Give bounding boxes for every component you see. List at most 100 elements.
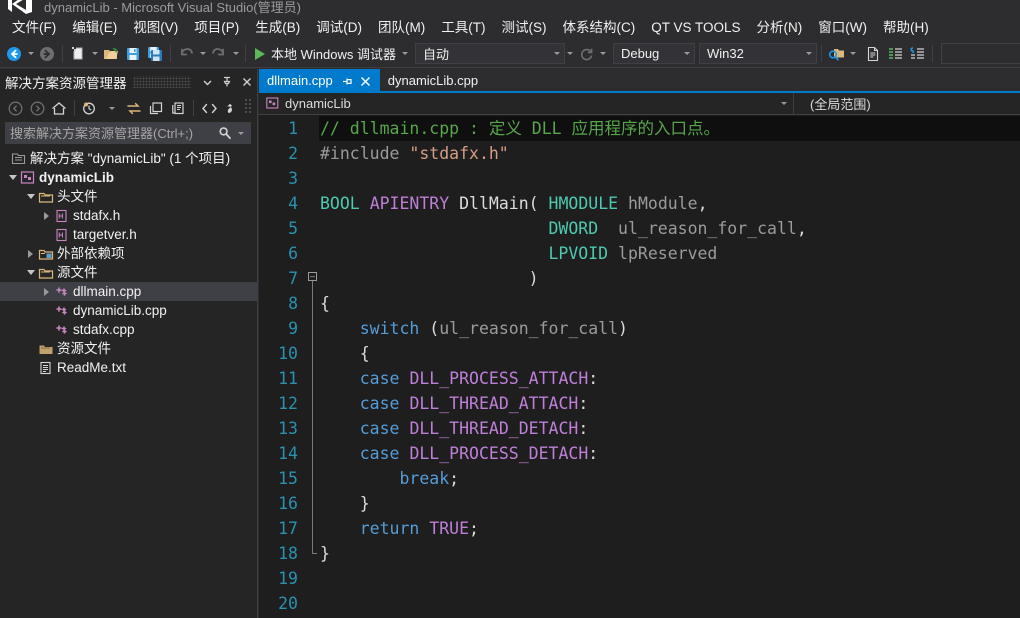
chevron-down-icon[interactable]	[197, 72, 217, 92]
properties-icon[interactable]	[220, 97, 242, 119]
collapse-region-icon[interactable]: –	[308, 272, 317, 281]
menu-item-view[interactable]: 视图(V)	[125, 17, 186, 40]
tree-item-dllmain-cpp[interactable]: dllmain.cpp	[0, 282, 257, 301]
platform-dropdown[interactable]: Win32	[698, 43, 817, 64]
navbar-project-dropdown[interactable]: dynamicLib	[259, 92, 794, 115]
menu-item-architecture[interactable]: 体系结构(C)	[555, 17, 644, 40]
menu-item-qt-vs-tools[interactable]: QT VS TOOLS	[643, 17, 748, 40]
menu-item-test[interactable]: 测试(S)	[494, 17, 555, 40]
expander-collapsed-icon[interactable]	[40, 206, 53, 225]
panel-drag-handle[interactable]	[132, 76, 191, 88]
menu-item-debug[interactable]: 调试(D)	[308, 17, 370, 40]
code-line[interactable]: 20	[259, 591, 1020, 616]
undo-icon[interactable]	[175, 43, 197, 65]
show-all-files-icon[interactable]	[167, 97, 189, 119]
new-item-dropdown[interactable]	[89, 43, 100, 65]
code-line[interactable]: 4 BOOL APIENTRY DllMain( HMODULE hModule…	[259, 191, 1020, 216]
menu-item-project[interactable]: 项目(P)	[186, 17, 247, 40]
tree-item-targetver-h[interactable]: targetver.h	[0, 225, 257, 244]
view-code-icon[interactable]	[198, 97, 220, 119]
pin-icon[interactable]	[340, 72, 356, 90]
new-item-icon[interactable]	[67, 43, 89, 65]
close-icon[interactable]	[358, 72, 374, 90]
collapse-all-icon[interactable]	[145, 97, 167, 119]
new-file-icon[interactable]	[862, 43, 884, 65]
code-line[interactable]: 15 break;	[259, 466, 1020, 491]
search-input[interactable]	[10, 125, 217, 141]
expander-collapsed-icon[interactable]	[40, 282, 53, 301]
pending-changes-dropdown[interactable]	[101, 97, 123, 119]
tree-item-project-dynamiclib[interactable]: dynamicLib	[0, 168, 257, 187]
code-line[interactable]: 13 case DLL_THREAD_DETACH:	[259, 416, 1020, 441]
tab-dllmain-cpp[interactable]: dllmain.cpp	[259, 69, 380, 93]
open-file-icon[interactable]	[100, 43, 122, 65]
code-line[interactable]: 5 DWORD ul_reason_for_call,	[259, 216, 1020, 241]
code-line[interactable]: 2 #include "stdafx.h"	[259, 141, 1020, 166]
tree-item-source-files[interactable]: 源文件	[0, 263, 257, 282]
tree-item-dynamiclib-cpp[interactable]: dynamicLib.cpp	[0, 301, 257, 320]
comment-icon[interactable]	[884, 43, 906, 65]
code-line[interactable]: 7 – )	[259, 266, 1020, 291]
navigate-back-dropdown[interactable]	[25, 43, 36, 65]
uncomment-icon[interactable]	[906, 43, 928, 65]
find-in-files-icon[interactable]	[826, 43, 848, 65]
tree-item-readme-txt[interactable]: ReadMe.txt	[0, 358, 257, 377]
code-line[interactable]: 16 }	[259, 491, 1020, 516]
code-editor-surface[interactable]: 1 // dllmain.cpp : 定义 DLL 应用程序的入口点。 2 #i…	[259, 116, 1020, 618]
search-options-dropdown[interactable]	[233, 124, 249, 142]
menu-item-help[interactable]: 帮助(H)	[875, 17, 937, 40]
menu-item-window[interactable]: 窗口(W)	[810, 17, 875, 40]
code-line[interactable]: 12 case DLL_THREAD_ATTACH:	[259, 391, 1020, 416]
menu-item-team[interactable]: 团队(M)	[370, 17, 433, 40]
menu-item-edit[interactable]: 编辑(E)	[64, 17, 125, 40]
navbar-scope-dropdown[interactable]: (全局范围)	[794, 93, 1020, 115]
menu-item-build[interactable]: 生成(B)	[247, 17, 308, 40]
code-line[interactable]: 10 {	[259, 341, 1020, 366]
search-icon[interactable]	[217, 124, 233, 142]
code-line[interactable]: 14 case DLL_PROCESS_DETACH:	[259, 441, 1020, 466]
find-dropdown[interactable]	[848, 43, 859, 65]
code-line[interactable]: 1 // dllmain.cpp : 定义 DLL 应用程序的入口点。	[259, 116, 1020, 141]
expander-collapsed-icon[interactable]	[24, 244, 37, 263]
code-line[interactable]: 6 LPVOID lpReserved	[259, 241, 1020, 266]
start-debugging-dropdown[interactable]	[400, 43, 411, 65]
tree-item-stdafx-cpp[interactable]: stdafx.cpp	[0, 320, 257, 339]
code-line[interactable]: 11 case DLL_PROCESS_ATTACH:	[259, 366, 1020, 391]
code-line[interactable]: 8 {	[259, 291, 1020, 316]
navigate-forward-icon[interactable]	[36, 43, 58, 65]
navigate-back-icon[interactable]	[3, 43, 25, 65]
solution-configuration-auto-dropdown[interactable]: 自动	[414, 43, 565, 64]
save-all-icon[interactable]	[144, 43, 166, 65]
code-line[interactable]: 19	[259, 566, 1020, 591]
tree-item-header-files[interactable]: 头文件	[0, 187, 257, 206]
refresh-icon[interactable]	[576, 43, 598, 65]
home-icon[interactable]	[48, 97, 70, 119]
back-icon[interactable]	[4, 97, 26, 119]
se-toolbar-overflow[interactable]	[243, 97, 253, 115]
tree-item-external-dependencies[interactable]: 外部依赖项	[0, 244, 257, 263]
refresh-dropdown[interactable]	[598, 43, 609, 65]
build-configuration-dropdown[interactable]: Debug	[612, 43, 695, 64]
expander-expanded-icon[interactable]	[24, 187, 37, 206]
expander-expanded-icon[interactable]	[6, 168, 19, 187]
solution-explorer-search[interactable]	[5, 122, 251, 144]
menu-item-tools[interactable]: 工具(T)	[433, 17, 493, 40]
undo-dropdown[interactable]	[197, 43, 208, 65]
start-debugging-button[interactable]: 本地 Windows 调试器	[250, 43, 400, 65]
tree-item-resource-files[interactable]: 资源文件	[0, 339, 257, 358]
code-line[interactable]: 17 return TRUE;	[259, 516, 1020, 541]
pending-changes-icon[interactable]	[79, 97, 101, 119]
save-icon[interactable]	[122, 43, 144, 65]
sync-icon[interactable]	[123, 97, 145, 119]
toolbar-extra-caret[interactable]	[565, 43, 576, 65]
find-input[interactable]	[940, 43, 1020, 64]
code-line[interactable]: 9 switch (ul_reason_for_call)	[259, 316, 1020, 341]
redo-dropdown[interactable]	[230, 43, 241, 65]
tree-item-solution[interactable]: 解决方案 "dynamicLib" (1 个项目)	[0, 149, 257, 168]
tree-item-stdafx-h[interactable]: stdafx.h	[0, 206, 257, 225]
redo-icon[interactable]	[208, 43, 230, 65]
close-icon[interactable]	[237, 72, 257, 92]
tab-dynamiclib-cpp[interactable]: dynamicLib.cpp	[380, 69, 484, 93]
pin-icon[interactable]	[217, 72, 237, 92]
menu-item-analyze[interactable]: 分析(N)	[749, 17, 811, 40]
